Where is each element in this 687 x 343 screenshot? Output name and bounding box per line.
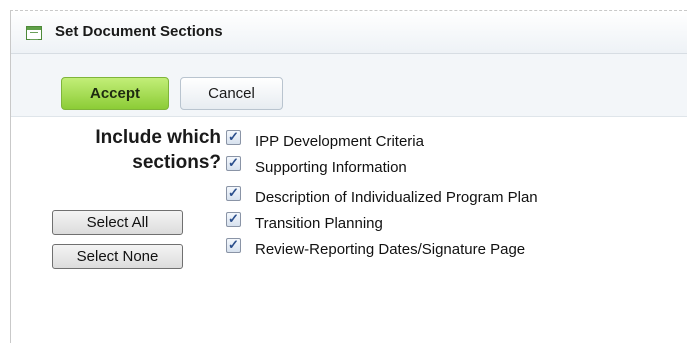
section-checkbox[interactable]: ✓ [226, 211, 241, 227]
dialog-title: Set Document Sections [55, 23, 223, 40]
section-label: Transition Planning [255, 215, 383, 232]
check-mark-icon: ✓ [228, 129, 239, 144]
document-list-icon [26, 26, 42, 40]
check-mark-icon: ✓ [228, 185, 239, 200]
prompt-line-1: Include which [95, 127, 221, 148]
section-checkbox[interactable]: ✓ [226, 185, 241, 201]
section-row[interactable]: ✓ Supporting Information [226, 155, 646, 180]
set-document-sections-dialog: Set Document Sections Accept Cancel Incl… [10, 10, 687, 343]
section-label: Review-Reporting Dates/Signature Page [255, 241, 526, 258]
cancel-button[interactable]: Cancel [180, 77, 283, 110]
select-all-button[interactable]: Select All [52, 210, 183, 235]
check-mark-icon: ✓ [228, 155, 239, 170]
accept-button[interactable]: Accept [61, 77, 169, 110]
dialog-toolbar: Accept Cancel [11, 54, 687, 117]
section-row[interactable]: ✓ Transition Planning [226, 211, 646, 236]
section-row[interactable]: ✓ IPP Development Criteria [226, 129, 646, 154]
section-label: Description of Individualized Program Pl… [255, 189, 538, 206]
section-row[interactable]: ✓ Description of Individualized Program … [226, 185, 646, 210]
section-checkbox[interactable]: ✓ [226, 155, 241, 171]
section-checkbox[interactable]: ✓ [226, 129, 241, 145]
check-mark-icon: ✓ [228, 211, 239, 226]
section-label: IPP Development Criteria [255, 133, 424, 150]
select-none-button[interactable]: Select None [52, 244, 183, 269]
section-checkbox[interactable]: ✓ [226, 237, 241, 253]
section-label: Supporting Information [255, 159, 407, 176]
dialog-titlebar: Set Document Sections [11, 11, 687, 54]
prompt-line-2: sections? [132, 152, 221, 173]
dialog-content: Include which sections? Select All Selec… [11, 117, 687, 343]
check-mark-icon: ✓ [228, 237, 239, 252]
section-row[interactable]: ✓ Review-Reporting Dates/Signature Page [226, 237, 646, 262]
